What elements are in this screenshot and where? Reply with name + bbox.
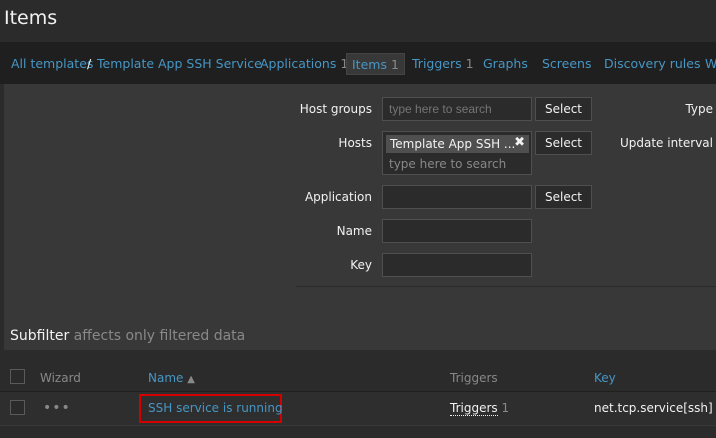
item-triggers-link[interactable]: Triggers: [450, 401, 498, 416]
hosts-select-button[interactable]: Select: [535, 131, 592, 155]
select-all-checkbox[interactable]: [10, 369, 25, 384]
column-name[interactable]: Name ▲: [148, 371, 195, 385]
column-triggers: Triggers: [450, 371, 498, 385]
item-triggers-count: 1: [501, 401, 510, 415]
host-groups-select-button[interactable]: Select: [535, 97, 592, 121]
name-input[interactable]: [382, 219, 532, 243]
nav-triggers[interactable]: Triggers 1: [412, 56, 474, 71]
hosts-search-placeholder[interactable]: type here to search: [389, 157, 506, 171]
item-key: net.tcp.service[ssh]: [594, 401, 713, 415]
nav-triggers-count: 1: [465, 56, 474, 71]
nav-web[interactable]: W: [705, 56, 716, 71]
nav-items-label: Items: [352, 57, 387, 72]
subfilter-note: affects only filtered data: [73, 328, 246, 344]
subfilter-heading: Subfilter affects only filtered data: [10, 328, 245, 344]
nav-applications-label: Applications: [260, 56, 337, 71]
host-chip: Template App SSH ... ✖: [386, 135, 529, 153]
items-table: Wizard Name ▲ Triggers Key ••• SSH servi…: [0, 362, 716, 438]
key-input[interactable]: [382, 253, 532, 277]
sort-ascending-icon: ▲: [187, 374, 195, 385]
nav-graphs[interactable]: Graphs: [483, 56, 528, 71]
nav-items-active[interactable]: Items 1: [346, 53, 405, 75]
host-chip-label: Template App SSH ...: [390, 137, 516, 151]
column-key[interactable]: Key: [594, 371, 616, 385]
nav-triggers-label: Triggers: [412, 56, 462, 71]
subfilter-title: Subfilter: [10, 328, 70, 344]
hosts-multiselect[interactable]: Template App SSH ... ✖ type here to sear…: [382, 131, 532, 175]
nav-items-count: 1: [390, 57, 399, 72]
breadcrumb-separator: /: [87, 56, 92, 71]
row-checkbox[interactable]: [10, 400, 25, 415]
item-triggers: Triggers 1: [450, 401, 510, 416]
application-input[interactable]: [382, 185, 532, 209]
close-icon[interactable]: ✖: [514, 135, 525, 150]
nav-all-templates[interactable]: All templates: [11, 56, 93, 71]
type-label: Type: [685, 102, 713, 116]
nav-discovery-rules[interactable]: Discovery rules: [604, 56, 700, 71]
host-groups-input[interactable]: [382, 97, 532, 121]
key-label: Key: [350, 258, 372, 272]
item-name-link[interactable]: SSH service is running: [139, 394, 283, 423]
filter-panel: [4, 84, 716, 350]
application-label: Application: [304, 190, 372, 204]
page-title: Items: [4, 7, 58, 29]
host-groups-label: Host groups: [299, 102, 372, 116]
hosts-label: Hosts: [338, 136, 372, 150]
nav-applications[interactable]: Applications 1: [260, 56, 348, 71]
column-wizard: Wizard: [40, 371, 81, 385]
table-row: ••• SSH service is running Triggers 1 ne…: [0, 392, 716, 426]
header: Items: [0, 0, 716, 42]
name-label: Name: [336, 224, 372, 238]
application-select-button[interactable]: Select: [535, 185, 592, 209]
update-interval-label: Update interval: [619, 136, 713, 150]
nav-template[interactable]: Template App SSH Service: [97, 56, 262, 71]
nav-screens[interactable]: Screens: [542, 56, 592, 71]
column-name-label: Name: [148, 371, 184, 385]
wizard-menu-icon[interactable]: •••: [43, 400, 71, 416]
table-header: Wizard Name ▲ Triggers Key: [0, 362, 716, 392]
